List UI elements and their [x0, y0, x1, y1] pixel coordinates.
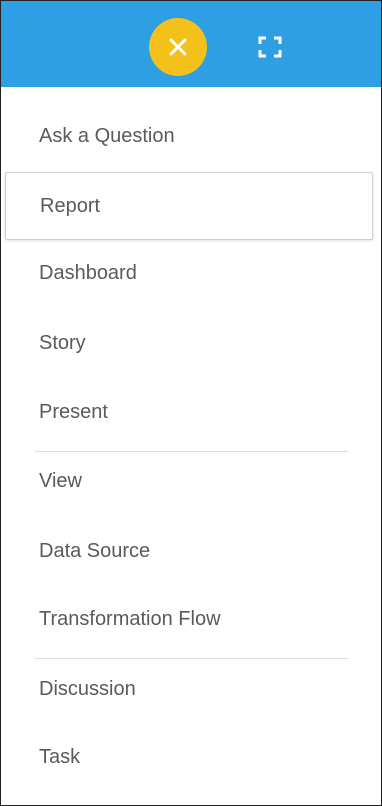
menu-item-label: Story — [39, 331, 86, 354]
menu-item-label: Present — [39, 400, 108, 423]
menu-item-view[interactable]: View — [1, 447, 381, 515]
menu-item-data-source[interactable]: Data Source — [1, 517, 381, 585]
create-menu-panel: Ask a Question Report Dashboard Story Pr… — [0, 0, 382, 806]
menu-header-bar — [1, 1, 381, 87]
menu-item-story[interactable]: Story — [1, 309, 381, 377]
menu-item-label: View — [39, 469, 82, 492]
close-button[interactable] — [149, 18, 207, 76]
menu-item-report[interactable]: Report — [5, 172, 373, 240]
menu-item-label: Dashboard — [39, 261, 137, 284]
menu-item-dashboard[interactable]: Dashboard — [1, 239, 381, 307]
menu-item-label: Task — [39, 745, 81, 768]
menu-item-ask-a-question[interactable]: Ask a Question — [1, 102, 381, 170]
create-menu-list: Ask a Question Report Dashboard Story Pr… — [1, 87, 381, 805]
menu-item-task[interactable]: Task — [1, 723, 381, 791]
fullscreen-button[interactable] — [255, 34, 285, 60]
menu-item-label: Transformation Flow — [39, 607, 221, 630]
close-icon — [169, 38, 187, 56]
menu-item-label: Report — [40, 194, 101, 217]
menu-item-transformation-flow[interactable]: Transformation Flow — [1, 585, 381, 653]
menu-item-discussion[interactable]: Discussion — [1, 655, 381, 723]
menu-item-label: Ask a Question — [39, 124, 175, 147]
fullscreen-icon — [258, 36, 282, 58]
menu-item-label: Data Source — [39, 539, 151, 562]
menu-item-label: Discussion — [39, 677, 136, 700]
menu-item-present[interactable]: Present — [1, 378, 381, 446]
